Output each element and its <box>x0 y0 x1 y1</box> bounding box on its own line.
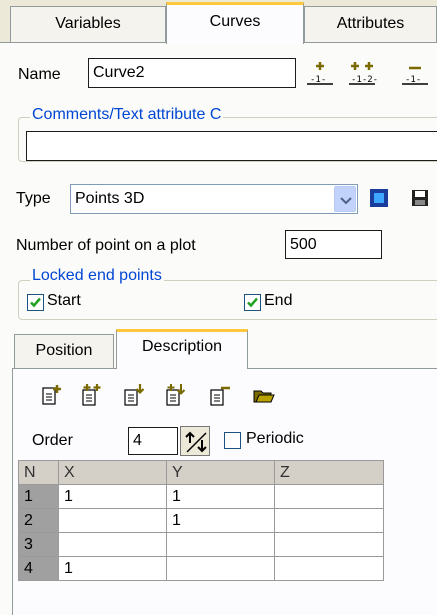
chevron-down-icon[interactable] <box>334 186 356 212</box>
delete-point-icon[interactable] <box>206 382 232 408</box>
cell-y[interactable]: 1 <box>166 508 275 533</box>
header-x: X <box>58 460 167 485</box>
end-label: End <box>264 292 293 309</box>
header-z: Z <box>274 460 384 485</box>
add-curve-icon[interactable]: -1- <box>305 58 335 88</box>
comments-legend: Comments/Text attribute C <box>30 106 224 124</box>
end-checkbox[interactable] <box>244 294 261 311</box>
start-label: Start <box>47 292 81 309</box>
tab-position-label: Position <box>35 342 93 359</box>
cell-y[interactable] <box>166 532 275 557</box>
svg-text:-1-: -1- <box>310 75 326 85</box>
add-point-icon[interactable] <box>38 382 64 408</box>
tab-curves[interactable]: Curves <box>166 2 304 44</box>
table-row: 3 <box>18 532 384 557</box>
comments-field[interactable] <box>26 131 437 161</box>
cell-x[interactable] <box>58 508 167 533</box>
row-number[interactable]: 4 <box>18 556 59 581</box>
name-label: Name <box>18 66 61 83</box>
row-number[interactable]: 2 <box>18 508 59 533</box>
type-label: Type <box>16 190 51 207</box>
order-field[interactable]: 4 <box>128 427 178 455</box>
header-n: N <box>18 460 59 485</box>
points-table: N X Y Z 1 1 1 2 1 3 4 1 <box>18 460 384 581</box>
tab-variables-label: Variables <box>55 15 121 32</box>
cell-y[interactable] <box>166 556 275 581</box>
svg-text:-1-: -1- <box>405 75 421 85</box>
order-label: Order <box>32 432 73 449</box>
periodic-checkbox[interactable] <box>224 432 241 449</box>
table-row: 2 1 <box>18 508 384 533</box>
table-header-row: N X Y Z <box>18 460 384 485</box>
type-select[interactable]: Points 3D <box>70 184 358 214</box>
cell-z[interactable] <box>274 484 384 509</box>
num-points-field[interactable]: 500 <box>285 230 382 259</box>
tab-attributes[interactable]: Attributes <box>304 6 437 42</box>
header-y: Y <box>166 460 275 485</box>
open-folder-icon[interactable] <box>252 385 276 405</box>
cell-z[interactable] <box>274 508 384 533</box>
name-field[interactable]: Curve2 <box>88 58 296 88</box>
start-checkbox[interactable] <box>27 294 44 311</box>
cell-x[interactable]: 1 <box>58 484 167 509</box>
remove-curve-icon[interactable]: -1- <box>400 58 430 88</box>
cell-z[interactable] <box>274 532 384 557</box>
tab-attributes-label: Attributes <box>336 15 405 32</box>
locked-legend: Locked end points <box>30 267 164 285</box>
open-window-icon[interactable] <box>365 184 393 212</box>
row-number[interactable]: 1 <box>18 484 59 509</box>
tab-description-label: Description <box>141 338 223 355</box>
tab-description[interactable]: Description <box>116 329 248 369</box>
insert-curves-icon[interactable]: -1-2- <box>347 58 378 88</box>
table-row: 1 1 1 <box>18 484 384 509</box>
cell-x[interactable] <box>58 532 167 557</box>
type-select-value: Points 3D <box>75 190 145 207</box>
cell-z[interactable] <box>274 556 384 581</box>
svg-text:-1-2-: -1-2- <box>351 75 377 85</box>
table-row: 4 1 <box>18 556 384 581</box>
cell-x[interactable]: 1 <box>58 556 167 581</box>
tab-position[interactable]: Position <box>14 334 114 368</box>
num-points-label: Number of point on a plot <box>16 237 196 254</box>
tab-variables[interactable]: Variables <box>10 6 166 42</box>
save-icon[interactable] <box>406 184 434 212</box>
row-number[interactable]: 3 <box>18 532 59 557</box>
insert-point-icon[interactable] <box>78 382 104 408</box>
tab-curves-label: Curves <box>209 13 261 30</box>
order-spinner[interactable] <box>180 426 210 456</box>
duplicate-point-icon[interactable] <box>162 382 188 408</box>
periodic-label: Periodic <box>246 430 304 447</box>
append-point-icon[interactable] <box>120 382 146 408</box>
cell-y[interactable]: 1 <box>166 484 275 509</box>
